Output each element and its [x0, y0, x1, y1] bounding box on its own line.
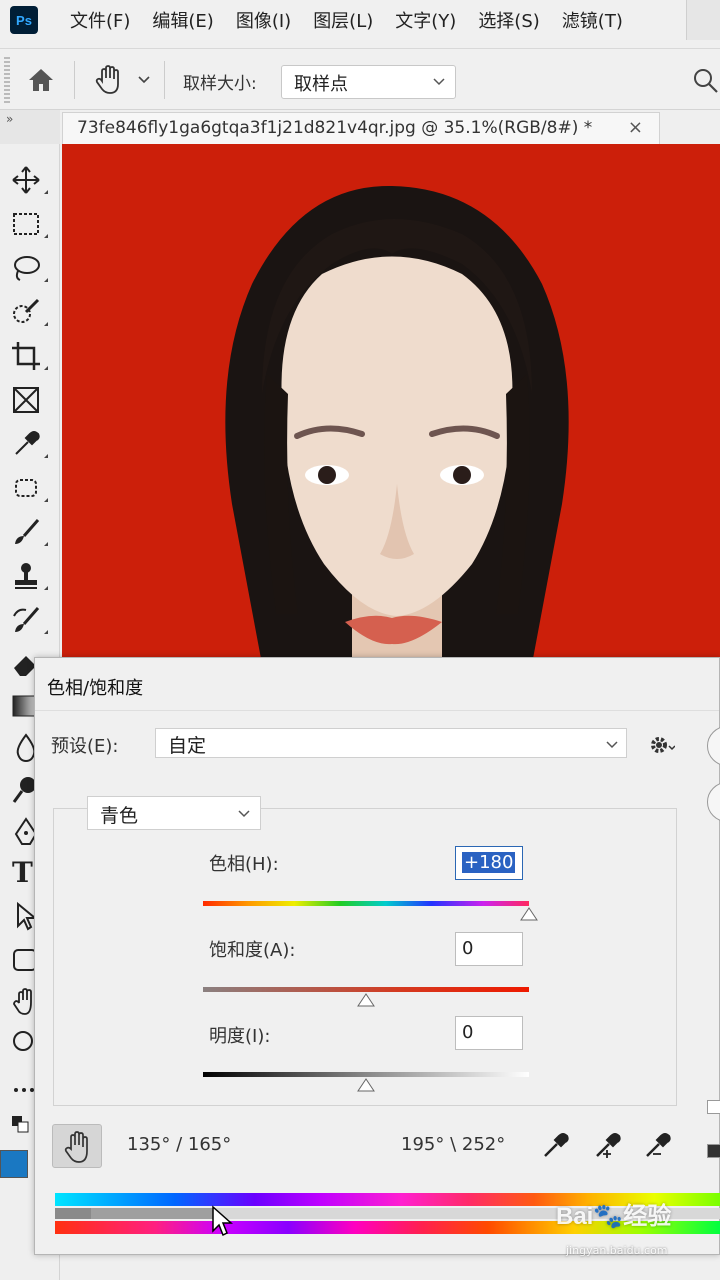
chevron-down-icon [433, 78, 445, 86]
channel-select[interactable]: 青色 [87, 796, 261, 830]
window-control-area [686, 0, 720, 40]
adjustment-group [53, 808, 677, 1106]
options-divider [164, 61, 165, 99]
gear-icon[interactable] [649, 734, 675, 756]
hue-slider-thumb[interactable] [520, 907, 538, 921]
clone-stamp-tool-icon[interactable] [10, 560, 48, 592]
eyedropper-tool-icon[interactable] [10, 428, 48, 460]
lightness-label: 明度(I): [209, 1026, 271, 1047]
menu-filter[interactable]: 滤镜(T) [562, 7, 623, 33]
saturation-slider-thumb[interactable] [357, 993, 375, 1007]
menu-type[interactable]: 文字(Y) [395, 7, 456, 33]
search-icon[interactable] [692, 67, 718, 93]
quick-selection-tool-icon[interactable] [10, 296, 48, 328]
menu-edit[interactable]: 编辑(E) [152, 7, 213, 33]
hue-slider-track[interactable] [203, 901, 529, 906]
saturation-value: 0 [462, 938, 474, 959]
dialog-title: 色相/饱和度 [47, 678, 144, 699]
mouse-cursor-icon [212, 1205, 233, 1237]
range-right-text: 195° \ 252° [401, 1134, 506, 1155]
lightness-slider-track[interactable] [203, 1072, 529, 1077]
history-brush-tool-icon[interactable] [10, 604, 48, 636]
cancel-button[interactable] [707, 782, 720, 822]
healing-brush-tool-icon[interactable] [10, 472, 48, 504]
menu-select[interactable]: 选择(S) [478, 7, 539, 33]
home-icon[interactable] [26, 65, 56, 95]
saturation-label: 饱和度(A): [209, 940, 296, 961]
photoshop-logo: Ps [10, 6, 38, 34]
brush-tool-icon[interactable] [10, 516, 48, 548]
marquee-tool-icon[interactable] [10, 208, 48, 240]
eyedropper-icon[interactable] [539, 1128, 571, 1160]
ok-button[interactable] [707, 726, 720, 766]
crop-tool-icon[interactable] [10, 340, 48, 372]
document-tab-title: 73fe846fly1ga6gtqa3f1j21d821v4qr.jpg @ 3… [77, 118, 593, 138]
type-tool-icon[interactable]: T [12, 856, 33, 889]
title-divider [35, 710, 719, 711]
range-selection[interactable] [91, 1208, 215, 1219]
menu-file[interactable]: 文件(F) [70, 7, 130, 33]
lightness-slider-thumb[interactable] [357, 1078, 375, 1092]
preset-value: 自定 [168, 735, 207, 757]
watermark-text: Bai🐾经验 [556, 1203, 672, 1230]
hue-saturation-dialog: 色相/饱和度 预设(E): 自定 青色 色相(H): +180 饱和度(A): … [34, 657, 720, 1255]
lasso-tool-icon[interactable] [10, 252, 48, 284]
sample-size-label: 取样大小: [183, 74, 257, 94]
preview-checkbox[interactable] [707, 1144, 720, 1158]
foreground-color-swatch[interactable] [0, 1150, 28, 1178]
sample-size-value: 取样点 [294, 74, 348, 95]
hand-icon [64, 1131, 88, 1163]
frame-tool-icon[interactable] [10, 384, 42, 416]
move-tool-icon[interactable] [10, 164, 48, 196]
document-canvas[interactable] [62, 144, 720, 664]
hue-input[interactable]: +180 [455, 846, 523, 880]
menu-image[interactable]: 图像(I) [236, 7, 291, 33]
chevron-down-icon[interactable] [138, 75, 150, 85]
options-divider [74, 61, 75, 99]
menu-items: 文件(F) 编辑(E) 图像(I) 图层(L) 文字(Y) 选择(S) 滤镜(T… [70, 0, 645, 40]
options-bar-grip[interactable] [4, 57, 10, 103]
hue-value: +180 [462, 852, 516, 873]
lightness-input[interactable]: 0 [455, 1016, 523, 1050]
preset-select[interactable]: 自定 [155, 728, 627, 758]
chevron-down-icon [238, 810, 250, 818]
channel-value: 青色 [100, 805, 139, 827]
hue-label: 色相(H): [209, 854, 279, 875]
watermark-url: jingyan.baidu.com [566, 1244, 668, 1257]
baidu-jingyan-watermark: Bai🐾经验 jingyan.baidu.com [556, 1196, 706, 1266]
options-bar: 取样大小: 取样点 [0, 48, 720, 110]
collapse-panels-icon[interactable]: » [6, 112, 13, 126]
eyedropper-plus-icon[interactable] [591, 1128, 623, 1160]
range-left-text: 135° / 165° [127, 1134, 232, 1155]
menu-layer[interactable]: 图层(L) [313, 7, 373, 33]
eyedropper-hand-tool-icon[interactable] [92, 63, 126, 97]
portrait-photo [225, 185, 569, 664]
colorize-checkbox[interactable] [707, 1100, 720, 1114]
eyedropper-minus-icon[interactable] [641, 1128, 673, 1160]
document-tab[interactable]: 73fe846fly1ga6gtqa3f1j21d821v4qr.jpg @ 3… [62, 112, 660, 144]
menu-bar: Ps 文件(F) 编辑(E) 图像(I) 图层(L) 文字(Y) 选择(S) 滤… [0, 0, 720, 40]
range-falloff-left[interactable] [55, 1208, 91, 1219]
lightness-value: 0 [462, 1022, 474, 1043]
preset-label: 预设(E): [51, 736, 119, 757]
chevron-down-icon [606, 741, 618, 749]
close-icon[interactable]: × [628, 117, 643, 138]
targeted-adjustment-button[interactable] [52, 1124, 102, 1168]
saturation-input[interactable]: 0 [455, 932, 523, 966]
saturation-slider-track[interactable] [203, 987, 529, 992]
sample-size-select[interactable]: 取样点 [281, 65, 456, 99]
